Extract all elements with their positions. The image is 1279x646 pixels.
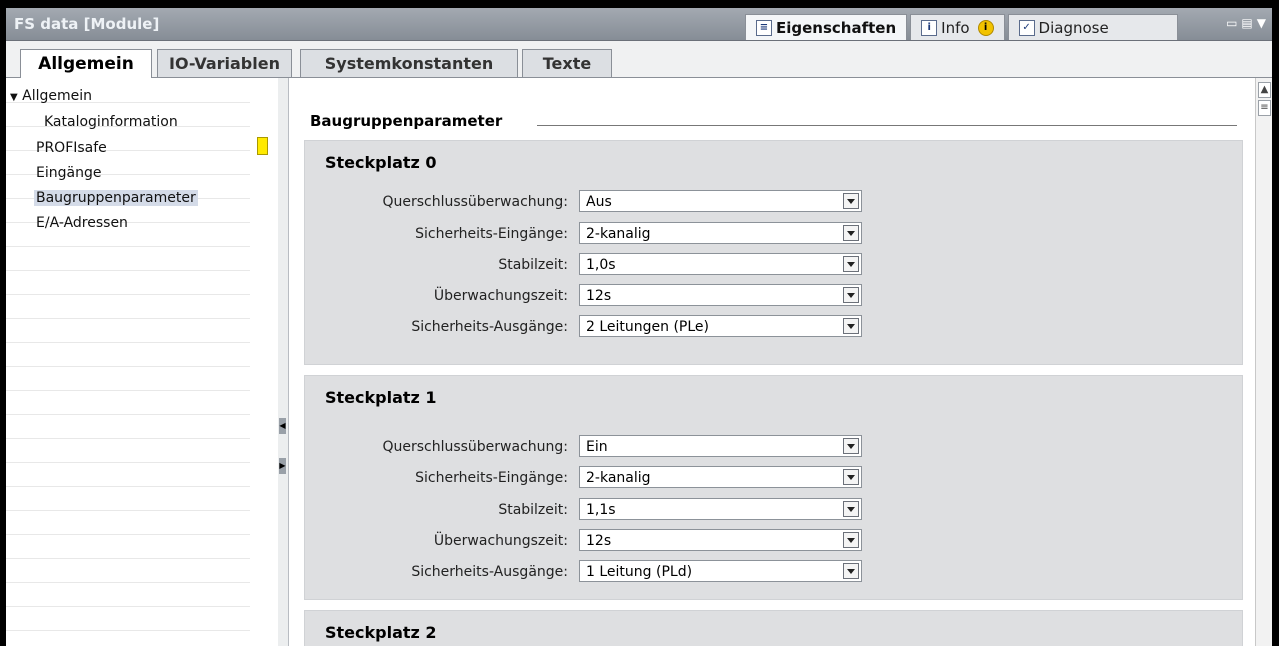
diagnose-icon: ✓: [1018, 19, 1035, 36]
param-row: Querschlussüberwachung: Aus: [305, 190, 1242, 214]
slot-panel-0: Steckplatz 0 Querschlussüberwachung: Aus…: [304, 140, 1243, 365]
tab-eigenschaften[interactable]: ≡ Eigenschaften: [745, 14, 908, 40]
scroll-up-icon[interactable]: ▲: [1258, 82, 1271, 98]
param-row: Sicherheits-Ausgänge: 2 Leitungen (PLe): [305, 315, 1242, 339]
info-icon: i: [921, 19, 938, 36]
stabilzeit-select[interactable]: 1,1s: [579, 498, 862, 520]
param-row: Überwachungszeit: 12s: [305, 284, 1242, 308]
nav-group-allgemein[interactable]: ▼ Allgemein: [10, 88, 92, 104]
title-bar: FS data [Module] ≡ Eigenschaften i Info …: [6, 8, 1272, 41]
tab-diagnose-label: Diagnose: [1038, 18, 1109, 37]
param-label: Stabilzeit:: [498, 502, 568, 518]
nav-item-profisafe[interactable]: PROFIsafe: [36, 140, 107, 156]
dropdown-arrow-icon[interactable]: [843, 532, 859, 548]
select-value: 12s: [586, 288, 612, 304]
expand-right-icon[interactable]: ▶: [279, 458, 286, 474]
param-label: Sicherheits-Eingänge:: [415, 470, 568, 486]
tab-systemkonstanten[interactable]: Systemkonstanten: [300, 49, 518, 77]
panel-splitter[interactable]: ◀ ▶: [278, 78, 289, 646]
param-row: Überwachungszeit: 12s: [305, 529, 1242, 553]
tab-texte[interactable]: Texte: [522, 49, 612, 77]
select-value: 1 Leitung (PLd): [586, 564, 693, 580]
sicherheits-ausgaenge-select[interactable]: 2 Leitungen (PLe): [579, 315, 862, 337]
navigation-tree: ▼ Allgemein Kataloginformation PROFIsafe…: [6, 78, 251, 646]
slot-title: Steckplatz 1: [325, 388, 437, 407]
param-row: Stabilzeit: 1,0s: [305, 253, 1242, 277]
dropdown-arrow-icon[interactable]: [843, 193, 859, 209]
select-value: 2 Leitungen (PLe): [586, 319, 710, 335]
select-value: 12s: [586, 533, 612, 549]
profisafe-status-marker: [257, 137, 268, 155]
inspector-tabs: ≡ Eigenschaften i Info i ✓ Diagnose: [742, 14, 1178, 40]
param-label: Querschlussüberwachung:: [382, 439, 568, 455]
tab-info-label: Info: [941, 18, 970, 37]
ueberwachungszeit-select[interactable]: 12s: [579, 284, 862, 306]
float-window-icon[interactable]: ▭: [1226, 16, 1237, 30]
slot-panel-1: Steckplatz 1 Querschlussüberwachung: Ein…: [304, 375, 1243, 600]
parameter-content: Baugruppenparameter Steckplatz 0 Quersch…: [289, 78, 1253, 646]
properties-icon: ≡: [756, 19, 772, 36]
select-value: Aus: [586, 194, 612, 210]
dropdown-arrow-icon[interactable]: [843, 563, 859, 579]
param-label: Überwachungszeit:: [433, 288, 568, 304]
dropdown-arrow-icon[interactable]: [843, 287, 859, 303]
window-title: FS data [Module]: [14, 15, 160, 33]
param-row: Sicherheits-Eingänge: 2-kanalig: [305, 466, 1242, 490]
tab-eigenschaften-label: Eigenschaften: [776, 18, 897, 37]
param-row: Querschlussüberwachung: Ein: [305, 435, 1242, 459]
sicherheits-eingaenge-select[interactable]: 2-kanalig: [579, 466, 862, 488]
window-controls: ▭ ▤ ▼: [1226, 16, 1266, 30]
querschluss-select[interactable]: Ein: [579, 435, 862, 457]
param-label: Stabilzeit:: [498, 257, 568, 273]
nav-item-kataloginformation[interactable]: Kataloginformation: [44, 114, 178, 130]
tab-bar: Allgemein IO-Variablen Systemkonstanten …: [6, 41, 1272, 78]
tab-io-variablen[interactable]: IO-Variablen: [157, 49, 292, 77]
param-row: Sicherheits-Eingänge: 2-kanalig: [305, 222, 1242, 246]
select-value: 1,1s: [586, 502, 616, 518]
select-value: 2-kanalig: [586, 226, 651, 242]
tab-diagnose[interactable]: ✓ Diagnose: [1007, 14, 1178, 40]
warning-info-icon: i: [977, 19, 994, 36]
layout-menu-icon[interactable]: ▤: [1241, 16, 1252, 30]
select-value: 2-kanalig: [586, 470, 651, 486]
sicherheits-eingaenge-select[interactable]: 2-kanalig: [579, 222, 862, 244]
param-row: Sicherheits-Ausgänge: 1 Leitung (PLd): [305, 560, 1242, 584]
dropdown-arrow-icon[interactable]: [843, 438, 859, 454]
nav-item-eingaenge[interactable]: Eingänge: [36, 165, 101, 181]
inspector-window: FS data [Module] ≡ Eigenschaften i Info …: [6, 8, 1272, 646]
querschluss-select[interactable]: Aus: [579, 190, 862, 212]
dropdown-arrow-icon[interactable]: [843, 501, 859, 517]
section-divider: [537, 125, 1237, 126]
param-label: Sicherheits-Eingänge:: [415, 226, 568, 242]
slot-panel-2: Steckplatz 2: [304, 610, 1243, 646]
ueberwachungszeit-select[interactable]: 12s: [579, 529, 862, 551]
expand-triangle-icon[interactable]: ▼: [10, 92, 18, 103]
select-value: 1,0s: [586, 257, 616, 273]
param-label: Querschlussüberwachung:: [382, 194, 568, 210]
param-label: Sicherheits-Ausgänge:: [411, 564, 568, 580]
nav-item-baugruppenparameter[interactable]: Baugruppenparameter: [34, 190, 198, 206]
param-row: Stabilzeit: 1,1s: [305, 498, 1242, 522]
stabilzeit-select[interactable]: 1,0s: [579, 253, 862, 275]
dropdown-arrow-icon[interactable]: [843, 318, 859, 334]
select-value: Ein: [586, 439, 608, 455]
dropdown-arrow-icon[interactable]: [843, 469, 859, 485]
tab-allgemein[interactable]: Allgemein: [20, 49, 152, 78]
chevron-down-icon[interactable]: ▼: [1257, 16, 1266, 30]
nav-item-ea-adressen[interactable]: E/A-Adressen: [36, 215, 128, 231]
collapse-left-icon[interactable]: ◀: [279, 418, 286, 434]
section-title: Baugruppenparameter: [310, 112, 503, 130]
slot-title: Steckplatz 2: [325, 623, 437, 642]
vertical-scrollbar[interactable]: ▲ ≡: [1255, 78, 1272, 646]
dropdown-arrow-icon[interactable]: [843, 225, 859, 241]
status-marker-column: [250, 78, 279, 646]
sicherheits-ausgaenge-select[interactable]: 1 Leitung (PLd): [579, 560, 862, 582]
scroll-menu-icon[interactable]: ≡: [1258, 100, 1271, 116]
dropdown-arrow-icon[interactable]: [843, 256, 859, 272]
nav-group-label: Allgemein: [22, 88, 93, 104]
tab-info[interactable]: i Info i: [910, 14, 1005, 40]
slot-title: Steckplatz 0: [325, 153, 437, 172]
param-label: Sicherheits-Ausgänge:: [411, 319, 568, 335]
param-label: Überwachungszeit:: [433, 533, 568, 549]
